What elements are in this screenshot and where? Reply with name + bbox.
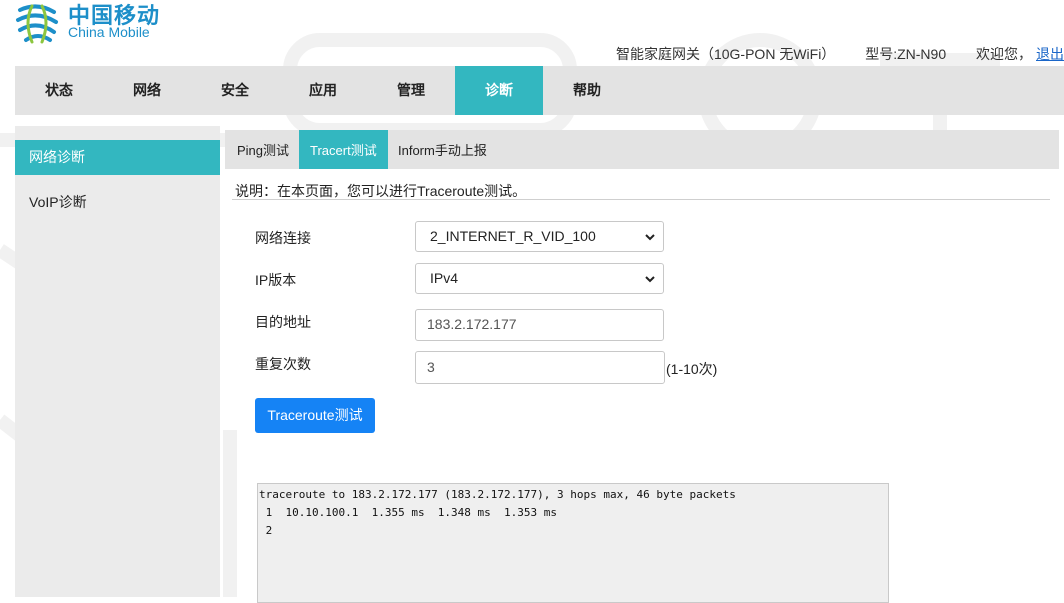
- sub-tabs: Ping测试 Tracert测试 Inform手动上报: [225, 130, 1059, 169]
- traceroute-button[interactable]: Traceroute测试: [255, 398, 375, 433]
- connection-select[interactable]: 2_INTERNET_R_VID_100: [415, 221, 664, 252]
- tab-diagnosis[interactable]: 诊断: [455, 66, 543, 115]
- page-description: 说明：在本页面，您可以进行Traceroute测试。: [235, 183, 527, 199]
- repeat-hint: (1-10次): [666, 361, 718, 377]
- repeat-label: 重复次数: [255, 356, 311, 372]
- brand-name-en: China Mobile: [68, 24, 150, 40]
- sidebar: 网络诊断 VoIP诊断: [15, 126, 220, 597]
- ip-version-value: IPv4: [430, 270, 459, 286]
- connection-label: 网络连接: [255, 230, 311, 246]
- tab-security[interactable]: 安全: [191, 66, 279, 115]
- tab-help[interactable]: 帮助: [543, 66, 631, 115]
- welcome-text: 欢迎您，: [976, 46, 1032, 62]
- result-textarea[interactable]: traceroute to 183.2.172.177 (183.2.172.1…: [257, 483, 889, 603]
- chevron-down-icon: [645, 234, 655, 241]
- logout-link[interactable]: 退出: [1036, 46, 1064, 62]
- device-model: 型号:ZN-N90: [865, 46, 947, 62]
- sidebar-item-network-diagnosis[interactable]: 网络诊断: [15, 140, 220, 175]
- ip-version-select[interactable]: IPv4: [415, 263, 664, 294]
- tab-status[interactable]: 状态: [15, 66, 103, 115]
- device-name: 智能家庭网关（10G-PON 无WiFi）: [615, 46, 836, 62]
- repeat-input[interactable]: 3: [415, 351, 665, 384]
- china-mobile-logo: 中国移动 China Mobile: [14, 0, 164, 48]
- header-info: 智能家庭网关（10G-PON 无WiFi） 型号:ZN-N90 欢迎您， 退出: [590, 44, 1064, 62]
- sidebar-item-voip-diagnosis[interactable]: VoIP诊断: [15, 185, 220, 220]
- china-mobile-logo-icon: [16, 4, 58, 44]
- result-line: 1 10.10.100.1 1.355 ms 1.348 ms 1.353 ms: [259, 506, 558, 519]
- result-line: 2: [259, 524, 273, 537]
- result-line: traceroute to 183.2.172.177 (183.2.172.1…: [259, 488, 736, 501]
- divider: [232, 199, 1050, 200]
- subtab-inform[interactable]: Inform手动上报: [387, 130, 498, 169]
- chevron-down-icon: [645, 276, 655, 283]
- repeat-value: 3: [427, 359, 435, 375]
- top-nav: 状态 网络 安全 应用 管理 诊断 帮助: [15, 66, 1064, 115]
- subtab-tracert[interactable]: Tracert测试: [299, 130, 388, 169]
- subtab-ping[interactable]: Ping测试: [226, 130, 300, 169]
- destination-value: 183.2.172.177: [427, 316, 517, 332]
- destination-input[interactable]: 183.2.172.177: [415, 309, 664, 341]
- connection-value: 2_INTERNET_R_VID_100: [430, 228, 596, 244]
- tab-network[interactable]: 网络: [103, 66, 191, 115]
- destination-label: 目的地址: [255, 314, 311, 330]
- tab-application[interactable]: 应用: [279, 66, 367, 115]
- ip-version-label: IP版本: [255, 272, 297, 288]
- tab-management[interactable]: 管理: [367, 66, 455, 115]
